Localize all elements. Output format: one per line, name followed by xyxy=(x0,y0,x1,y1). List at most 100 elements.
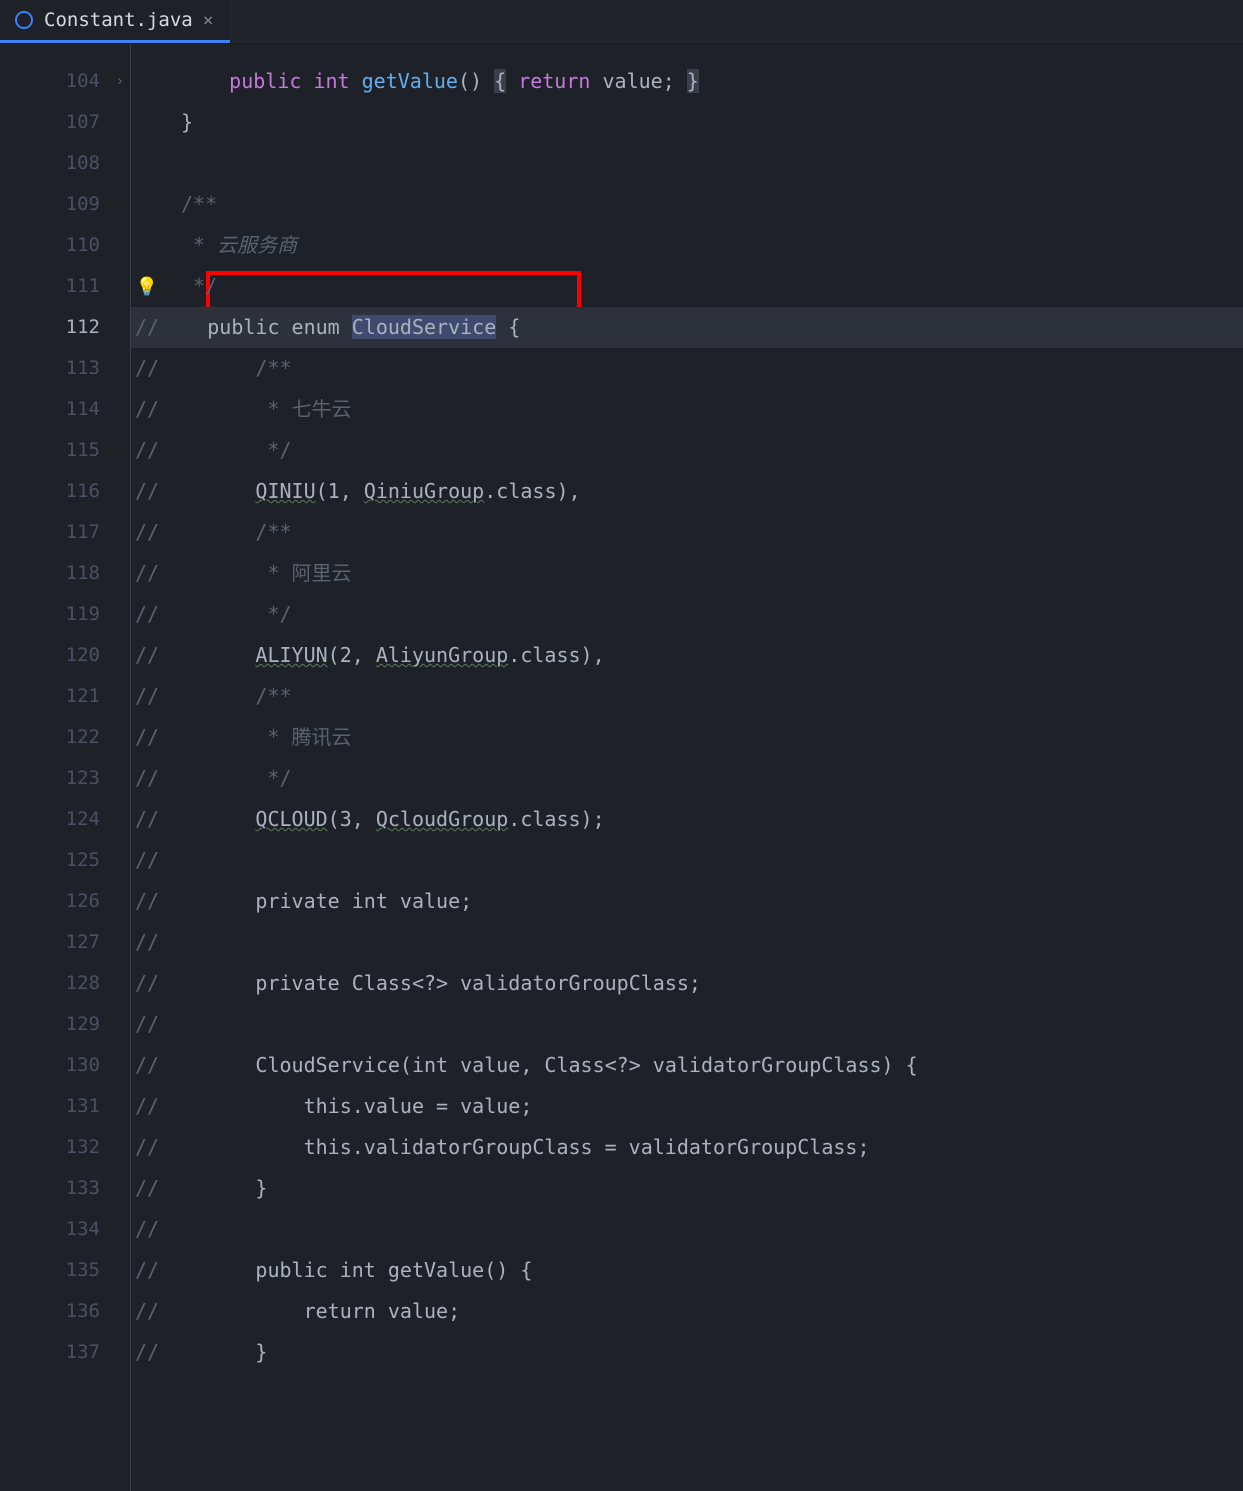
line-number: 124 xyxy=(0,799,130,840)
code-line[interactable]: // xyxy=(131,1209,1243,1250)
code-token: private int value; xyxy=(255,889,472,913)
code-token: this.validatorGroupClass = validatorGrou… xyxy=(304,1135,870,1159)
line-number: 120 xyxy=(0,635,130,676)
code-line[interactable]: // QCLOUD(3, QcloudGroup.class); xyxy=(131,799,1243,840)
code-line[interactable]: // ALIYUN(2, AliyunGroup.class), xyxy=(131,635,1243,676)
line-number: 112 xyxy=(0,307,130,348)
code-line[interactable]: // xyxy=(131,840,1243,881)
code-line[interactable]: // return value; xyxy=(131,1291,1243,1332)
code-line[interactable]: // this.value = value; xyxy=(131,1086,1243,1127)
code-token: (3, xyxy=(328,807,376,831)
code-line[interactable]: // } xyxy=(131,1332,1243,1373)
code-line[interactable]: // * 腾讯云 xyxy=(131,717,1243,758)
code-token: } xyxy=(255,1340,267,1364)
line-number: 122 xyxy=(0,717,130,758)
code-line[interactable]: // public enum CloudService { xyxy=(131,307,1243,348)
line-number: 131 xyxy=(0,1086,130,1127)
code-token: 云服务商 xyxy=(217,233,297,257)
code-line[interactable]: * 云服务商 xyxy=(131,225,1243,266)
fold-icon[interactable]: › xyxy=(116,61,124,102)
line-number: 107 xyxy=(0,102,130,143)
line-number: 137 xyxy=(0,1332,130,1373)
code-token: // */ xyxy=(135,602,292,626)
line-number: 113 xyxy=(0,348,130,389)
code-line[interactable]: // xyxy=(131,922,1243,963)
line-number: 121 xyxy=(0,676,130,717)
code-line[interactable]: // CloudService(int value, Class<?> vali… xyxy=(131,1045,1243,1086)
code-token: // xyxy=(135,1299,304,1323)
line-number: 104› xyxy=(0,61,130,102)
code-line[interactable]: // * 阿里云 xyxy=(131,553,1243,594)
close-icon[interactable]: × xyxy=(203,10,214,31)
code-line[interactable]: // */ xyxy=(131,430,1243,471)
code-token: AliyunGroup xyxy=(376,643,508,667)
code-token: // xyxy=(135,971,255,995)
line-number: 134 xyxy=(0,1209,130,1250)
code-token: // /** xyxy=(135,356,292,380)
code-token: CloudService xyxy=(352,315,497,339)
code-line[interactable]: // */ xyxy=(131,594,1243,635)
line-number: 129 xyxy=(0,1004,130,1045)
code-token: ALIYUN xyxy=(255,643,327,667)
code-token: // xyxy=(135,1340,255,1364)
code-line[interactable]: // QINIU(1, QiniuGroup.class), xyxy=(131,471,1243,512)
line-number: 135 xyxy=(0,1250,130,1291)
code-line[interactable]: /** xyxy=(131,184,1243,225)
tab-bar: Constant.java × xyxy=(0,0,1243,44)
code-line[interactable]: // public int getValue() { xyxy=(131,1250,1243,1291)
code-token: this.value = value; xyxy=(304,1094,533,1118)
code-line[interactable]: */ xyxy=(131,266,1243,307)
code-line[interactable]: // /** xyxy=(131,676,1243,717)
code-token: } xyxy=(255,1176,267,1200)
code-line[interactable]: // */ xyxy=(131,758,1243,799)
code-token: .class), xyxy=(508,643,604,667)
code-token: /** xyxy=(181,192,217,216)
code-token: // xyxy=(135,930,159,954)
code-line[interactable]: public int getValue() { return value; } xyxy=(131,61,1243,102)
code-area[interactable]: public int getValue() { return value; }}… xyxy=(130,44,1243,1491)
editor-tab[interactable]: Constant.java × xyxy=(0,0,230,43)
code-token: CloudService(int value, Class<?> validat… xyxy=(255,1053,917,1077)
code-token: QINIU xyxy=(255,479,315,503)
code-token: // xyxy=(135,1012,159,1036)
code-token: // xyxy=(135,1217,159,1241)
code-line[interactable]: // this.validatorGroupClass = validatorG… xyxy=(131,1127,1243,1168)
code-token: public xyxy=(229,69,313,93)
code-token: // * 七牛云 xyxy=(135,397,352,421)
code-line[interactable]: // /** xyxy=(131,512,1243,553)
code-line[interactable]: // private Class<?> validatorGroupClass; xyxy=(131,963,1243,1004)
code-token xyxy=(506,69,518,93)
code-token: public enum xyxy=(207,315,352,339)
code-line[interactable] xyxy=(131,143,1243,184)
line-number: 114 xyxy=(0,389,130,430)
line-number: 115 xyxy=(0,430,130,471)
line-number: 111💡 xyxy=(0,266,130,307)
code-token: } xyxy=(181,110,193,134)
code-token: // */ xyxy=(135,766,292,790)
code-token: // * 阿里云 xyxy=(135,561,352,585)
code-line[interactable]: // } xyxy=(131,1168,1243,1209)
code-token: * xyxy=(181,233,217,257)
code-token: // xyxy=(135,807,255,831)
line-number: 109 xyxy=(0,184,130,225)
code-token: // xyxy=(135,1258,255,1282)
code-token: () xyxy=(458,69,494,93)
code-token: ; xyxy=(663,69,687,93)
line-number: 126 xyxy=(0,881,130,922)
line-number: 123 xyxy=(0,758,130,799)
code-token: .class), xyxy=(484,479,580,503)
code-token: private Class<?> validatorGroupClass; xyxy=(255,971,701,995)
code-line[interactable]: } xyxy=(131,102,1243,143)
code-token: return value; xyxy=(304,1299,461,1323)
code-token: // xyxy=(135,848,159,872)
code-line[interactable]: // /** xyxy=(131,348,1243,389)
code-token xyxy=(181,69,229,93)
code-line[interactable]: // * 七牛云 xyxy=(131,389,1243,430)
code-line[interactable]: // private int value; xyxy=(131,881,1243,922)
line-number: 128 xyxy=(0,963,130,1004)
code-token: (1, xyxy=(316,479,364,503)
code-line[interactable]: // xyxy=(131,1004,1243,1045)
line-number: 133 xyxy=(0,1168,130,1209)
line-number-gutter: 104›107108109110111💡11211311411511611711… xyxy=(0,44,130,1491)
line-number: 116 xyxy=(0,471,130,512)
